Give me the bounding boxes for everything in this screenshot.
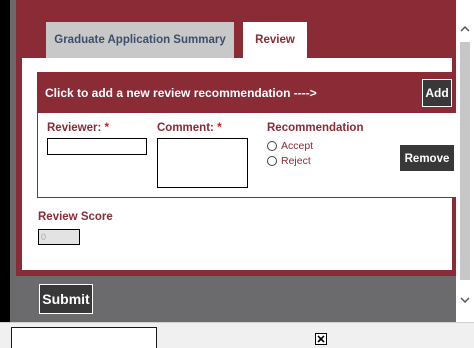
reviewer-label-text: Reviewer: [47, 122, 102, 134]
comment-textarea[interactable] [157, 138, 248, 188]
required-marker: * [104, 122, 110, 134]
card-header: Click to add a new review recommendation… [38, 73, 458, 113]
required-marker: * [217, 122, 222, 134]
bottom-tab[interactable] [11, 327, 157, 348]
review-score-label: Review Score [38, 211, 113, 223]
review-score-input[interactable]: 0 [38, 229, 80, 245]
vertical-scrollbar[interactable] [456, 0, 474, 322]
close-icon[interactable] [315, 333, 327, 345]
chevron-up-icon[interactable] [458, 22, 472, 36]
scrollbar-thumb[interactable] [460, 42, 470, 280]
accept-option[interactable]: Accept [267, 140, 313, 152]
recommendation-label: Recommendation [267, 122, 364, 134]
card-header-text: Click to add a new review recommendation… [45, 86, 317, 100]
bottom-bar [0, 322, 474, 348]
chevron-down-icon[interactable] [458, 293, 472, 307]
application-panel: Graduate Application Summary Review Clic… [16, 0, 459, 276]
remove-button[interactable]: Remove [399, 144, 455, 172]
application-frame: Graduate Application Summary Review Clic… [10, 0, 459, 322]
reject-radio[interactable] [267, 156, 277, 166]
add-button[interactable]: Add [422, 79, 452, 107]
tab-graduate-application-summary[interactable]: Graduate Application Summary [46, 22, 234, 58]
accept-radio[interactable] [267, 141, 277, 151]
reviewer-label: Reviewer: * [47, 122, 109, 134]
accept-label: Accept [281, 140, 314, 152]
tab-review[interactable]: Review [243, 22, 307, 58]
comment-label: Comment: * [157, 122, 222, 134]
reviewer-input[interactable] [47, 138, 147, 155]
left-edge-strip [0, 0, 10, 322]
review-recommendation-card: Click to add a new review recommendation… [37, 72, 459, 198]
comment-label-text: Comment: [157, 122, 214, 134]
submit-button[interactable]: Submit [39, 284, 93, 314]
reject-label: Reject [281, 155, 311, 167]
reject-option[interactable]: Reject [267, 155, 311, 167]
